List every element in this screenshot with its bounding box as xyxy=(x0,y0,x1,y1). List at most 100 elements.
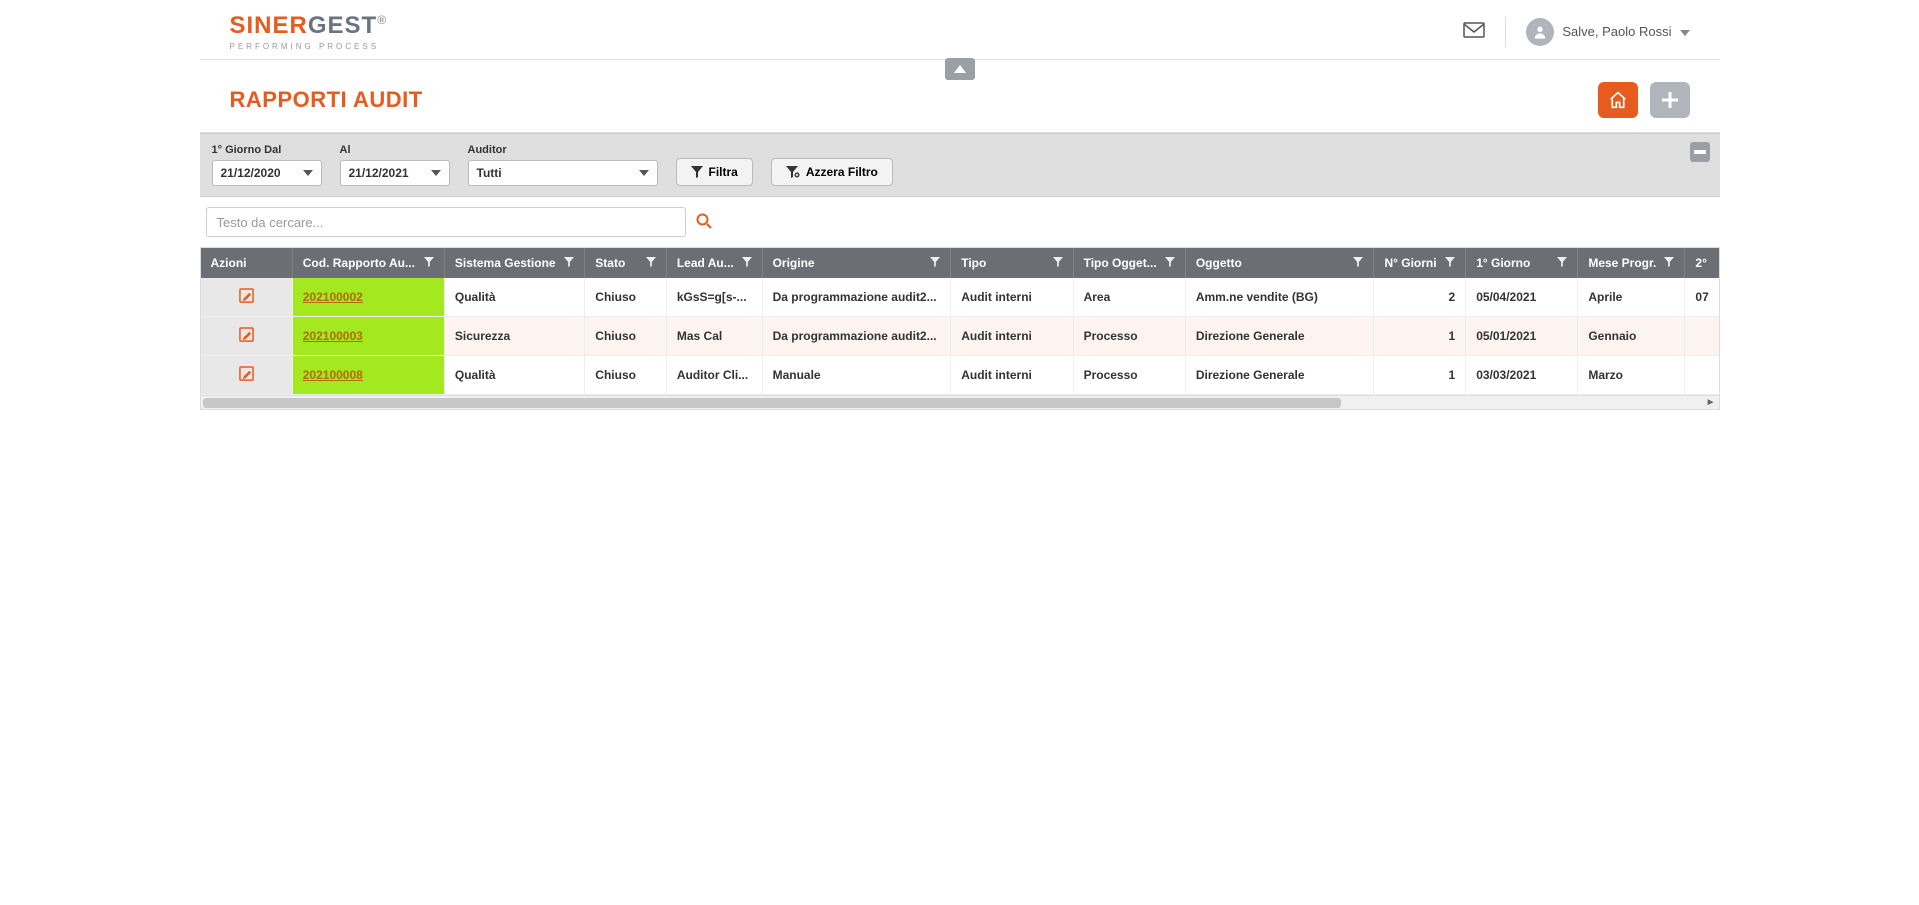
cell-primo: 03/03/2021 xyxy=(1466,356,1578,395)
filter-icon[interactable] xyxy=(424,256,434,270)
th-stato: Stato xyxy=(595,256,625,270)
filter-icon[interactable] xyxy=(646,256,656,270)
filter-icon[interactable] xyxy=(1353,256,1363,270)
user-greeting[interactable]: Salve, Paolo Rossi xyxy=(1526,18,1689,46)
filter-button-label: Filtra xyxy=(709,165,738,179)
chevron-down-icon xyxy=(431,170,441,176)
th-azioni: Azioni xyxy=(211,256,247,270)
date-from-value: 21/12/2020 xyxy=(221,166,281,180)
table-row: 202100003SicurezzaChiusoMas CalDa progra… xyxy=(201,317,1720,356)
cell-primo: 05/04/2021 xyxy=(1466,278,1578,317)
cell-origine: Da programmazione audit2... xyxy=(762,317,951,356)
add-button[interactable] xyxy=(1650,82,1690,118)
logo-subtitle: PERFORMING PROCESS xyxy=(230,42,388,51)
th-cod: Cod. Rapporto Au... xyxy=(303,256,415,270)
filter-icon[interactable] xyxy=(742,256,752,270)
cell-sistema: Qualità xyxy=(444,278,584,317)
cell-origine: Manuale xyxy=(762,356,951,395)
cell-actions xyxy=(201,278,293,317)
logo: SINERGEST® PERFORMING PROCESS xyxy=(230,12,388,51)
th-primo: 1° Giorno xyxy=(1476,256,1530,270)
edit-button[interactable] xyxy=(239,370,254,384)
horizontal-scrollbar[interactable]: ◄ ► xyxy=(200,396,1720,410)
scroll-right-icon: ► xyxy=(1706,397,1716,408)
date-from-label: 1° Giorno Dal xyxy=(212,144,322,156)
th-tipo-ogg: Tipo Ogget... xyxy=(1084,256,1157,270)
filter-icon[interactable] xyxy=(1165,256,1175,270)
separator xyxy=(1505,17,1506,47)
cell-lead: Auditor Cli... xyxy=(666,356,762,395)
cell-cod: 202100002 xyxy=(292,278,444,317)
clear-filter-button[interactable]: Azzera Filtro xyxy=(771,158,893,186)
cell-tipo: Audit interni xyxy=(951,278,1073,317)
cell-ngiorni: 1 xyxy=(1374,317,1466,356)
date-from-select[interactable]: 21/12/2020 xyxy=(212,160,322,186)
cell-mese: Aprile xyxy=(1578,278,1685,317)
filter-icon[interactable] xyxy=(564,256,574,270)
cell-stato: Chiuso xyxy=(585,317,667,356)
cell-secondo xyxy=(1685,317,1720,356)
home-button[interactable] xyxy=(1598,82,1638,118)
filter-button[interactable]: Filtra xyxy=(676,158,753,186)
cell-actions xyxy=(201,317,293,356)
cell-mese: Gennaio xyxy=(1578,317,1685,356)
cell-secondo: 07 xyxy=(1685,278,1720,317)
th-tipo: Tipo xyxy=(961,256,986,270)
cod-link[interactable]: 202100008 xyxy=(303,368,363,382)
cell-mese: Marzo xyxy=(1578,356,1685,395)
greeting-text: Salve, Paolo Rossi xyxy=(1562,24,1671,39)
chevron-down-icon xyxy=(1680,24,1690,39)
filter-icon[interactable] xyxy=(1557,256,1567,270)
mail-icon[interactable] xyxy=(1463,22,1485,41)
search-row: Testo da cercare... xyxy=(200,197,1720,247)
avatar-icon xyxy=(1526,18,1554,46)
chevron-down-icon xyxy=(639,170,649,176)
page-title: RAPPORTI AUDIT xyxy=(230,87,423,113)
auditor-select[interactable]: Tutti xyxy=(468,160,658,186)
collapse-header-button[interactable] xyxy=(945,58,975,80)
audit-table: Azioni Cod. Rapporto Au... Sistema Gesti… xyxy=(201,248,1720,395)
cell-oggetto: Direzione Generale xyxy=(1185,317,1374,356)
search-icon xyxy=(696,213,712,229)
th-sistema: Sistema Gestione xyxy=(455,256,556,270)
cell-primo: 05/01/2021 xyxy=(1466,317,1578,356)
logo-part-b: GEST xyxy=(308,12,377,39)
date-to-select[interactable]: 21/12/2021 xyxy=(340,160,450,186)
edit-button[interactable] xyxy=(239,292,254,306)
logo-part-a: SINER xyxy=(230,12,308,39)
cell-ngiorni: 1 xyxy=(1374,356,1466,395)
th-ngiorni: N° Giorni xyxy=(1384,256,1436,270)
th-mese: Mese Progr. xyxy=(1588,256,1656,270)
filter-icon[interactable] xyxy=(1445,256,1455,270)
chevron-down-icon xyxy=(303,170,313,176)
cell-sistema: Sicurezza xyxy=(444,317,584,356)
topbar: SINERGEST® PERFORMING PROCESS Salve, Pao… xyxy=(200,0,1720,60)
cell-origine: Da programmazione audit2... xyxy=(762,278,951,317)
cell-tipo-ogg: Processo xyxy=(1073,356,1185,395)
search-button[interactable] xyxy=(696,213,712,232)
cell-sistema: Qualità xyxy=(444,356,584,395)
cell-oggetto: Amm.ne vendite (BG) xyxy=(1185,278,1374,317)
th-origine: Origine xyxy=(773,256,815,270)
search-input[interactable]: Testo da cercare... xyxy=(206,207,686,237)
th-secondo: 2° xyxy=(1695,256,1706,270)
funnel-icon xyxy=(691,166,703,178)
funnel-clear-icon xyxy=(786,166,800,178)
cell-actions xyxy=(201,356,293,395)
th-oggetto: Oggetto xyxy=(1196,256,1242,270)
cod-link[interactable]: 202100002 xyxy=(303,290,363,304)
search-placeholder: Testo da cercare... xyxy=(217,215,324,230)
cell-secondo xyxy=(1685,356,1720,395)
scroll-thumb[interactable] xyxy=(203,398,1342,408)
collapse-filter-button[interactable] xyxy=(1690,142,1710,162)
edit-button[interactable] xyxy=(239,331,254,345)
filter-icon[interactable] xyxy=(1664,256,1674,270)
clear-filter-label: Azzera Filtro xyxy=(806,165,878,179)
cell-stato: Chiuso xyxy=(585,278,667,317)
th-lead: Lead Au... xyxy=(677,256,734,270)
date-to-label: Al xyxy=(340,144,450,156)
filter-icon[interactable] xyxy=(1053,256,1063,270)
cell-ngiorni: 2 xyxy=(1374,278,1466,317)
cod-link[interactable]: 202100003 xyxy=(303,329,363,343)
filter-icon[interactable] xyxy=(930,256,940,270)
